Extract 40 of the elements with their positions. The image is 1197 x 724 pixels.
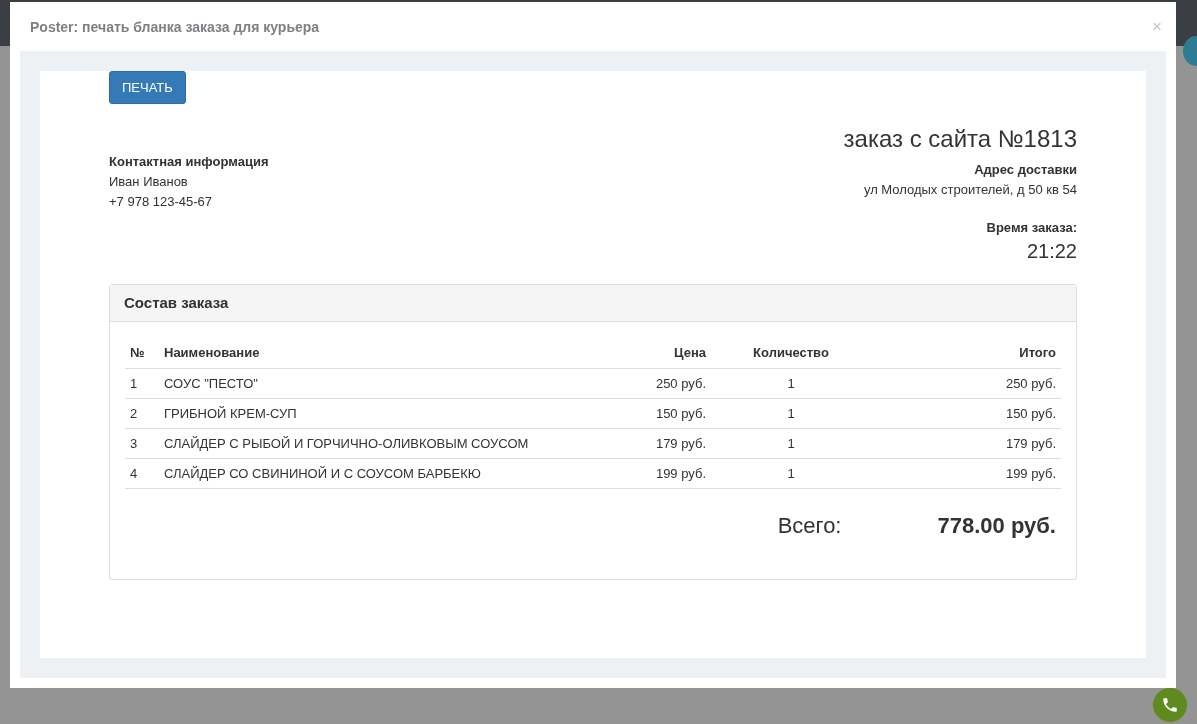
customer-phone: +7 978 123-45-67: [109, 193, 213, 211]
table-cell: 199 руб.: [871, 458, 1061, 489]
table-cell: 150 руб.: [871, 398, 1061, 429]
table-cell: СЛАЙДЕР С РЫБОЙ И ГОРЧИЧНО-ОЛИВКОВЫМ СОУСОМ: [159, 428, 635, 459]
table-cell: 4: [125, 458, 159, 489]
phone-icon: [1161, 696, 1179, 714]
address-label: Адрес доставки: [974, 161, 1077, 179]
table-cell: ГРИБНОЙ КРЕМ-СУП: [159, 398, 635, 429]
delivery-address: ул Молодых строителей, д 50 кв 54: [863, 181, 1077, 199]
table-cell: СЛАЙДЕР СО СВИНИНОЙ И С СОУСОМ БАРБЕКЮ: [159, 458, 635, 489]
table-cell: 2: [125, 398, 159, 429]
table-cell: 1: [711, 428, 871, 459]
table-cell: 1: [711, 458, 871, 489]
table-cell: 1: [711, 398, 871, 429]
table-cell: 1: [125, 368, 159, 399]
table-cell: 1: [711, 368, 871, 399]
table-cell: 199 руб.: [634, 458, 711, 489]
column-header: Цена: [634, 337, 711, 369]
table-cell: СОУС "ПЕСТО": [159, 368, 635, 399]
column-header: Количество: [711, 337, 871, 369]
contact-heading: Контактная информация: [109, 153, 269, 171]
total-label: Всего:: [777, 513, 842, 539]
customer-name: Иван Иванов: [109, 173, 189, 191]
column-header: №: [125, 337, 159, 369]
table-cell: 250 руб.: [871, 368, 1061, 399]
table-cell: 179 руб.: [634, 428, 711, 459]
total-value: 778.00 руб.: [937, 513, 1056, 539]
column-header: Итого: [871, 337, 1061, 369]
order-title: заказ с сайта №1813: [843, 124, 1077, 154]
dialog-title: Poster: печать бланка заказа для курьера: [30, 18, 320, 35]
phone-button[interactable]: [1153, 688, 1187, 722]
print-button[interactable]: ПЕЧАТЬ: [109, 71, 186, 104]
time-label: Время заказа:: [986, 219, 1077, 237]
column-header: Наименование: [159, 337, 635, 369]
order-time: 21:22: [1026, 239, 1077, 264]
table-cell: 250 руб.: [634, 368, 711, 399]
panel-title: Состав заказа: [124, 294, 229, 311]
table-cell: 3: [125, 428, 159, 459]
table-cell: 179 руб.: [871, 428, 1061, 459]
table-cell: 150 руб.: [634, 398, 711, 429]
